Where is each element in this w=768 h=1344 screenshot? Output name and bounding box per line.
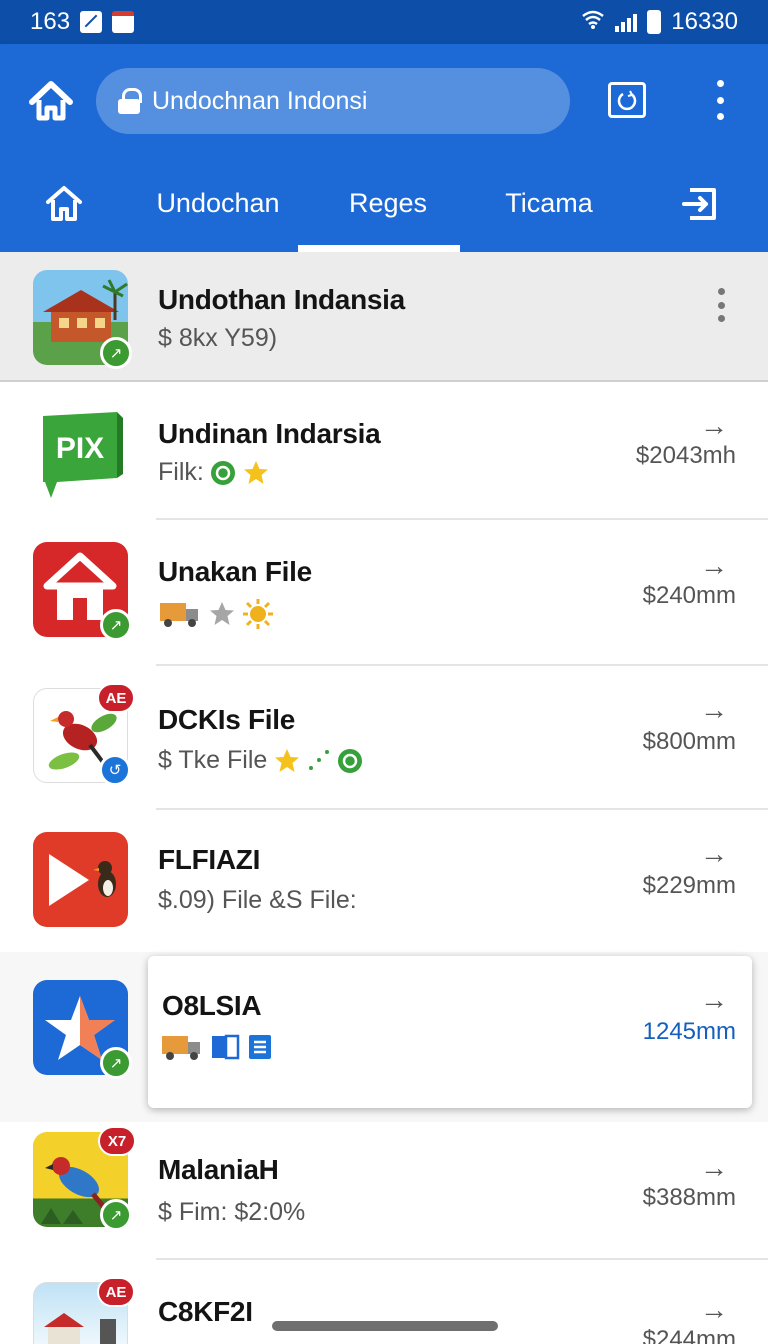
sun-icon [243, 599, 273, 629]
list-item[interactable]: PIX Undinan Indarsia Filk: → $2043mh [0, 382, 768, 520]
notification-badge: X7 [98, 1126, 136, 1156]
status-time: 163 [30, 8, 71, 35]
list-item-price: $388mm [642, 1184, 736, 1211]
status-right: 16330 [581, 8, 738, 36]
sparkle-icon [309, 749, 330, 770]
leaf-badge-icon: ↗ [100, 609, 132, 641]
list-item-price: 1245mm [642, 1018, 736, 1045]
list-item-subtitle: $.09) File &S File: [158, 886, 357, 914]
leaf-badge-icon: ↗ [100, 1047, 132, 1079]
arrow-right-icon[interactable]: → [700, 410, 728, 442]
list-item[interactable]: AE ↺ DCKIs File $ Tke File → $800mm [0, 666, 768, 810]
note-icon [80, 11, 103, 33]
leaf-badge-icon: ↗ [100, 1199, 132, 1231]
bird-icon: AE ↺ [33, 683, 135, 786]
list-item-title: MalaniaH [158, 1154, 279, 1185]
star-icon [243, 460, 268, 484]
overflow-menu-button[interactable] [710, 80, 730, 120]
item-menu-button[interactable] [718, 288, 726, 322]
battery-icon [647, 10, 662, 34]
door-icon [212, 1034, 240, 1060]
truck-icon [162, 1036, 200, 1060]
status-battery-text: 16330 [671, 8, 738, 35]
refresh-icon [617, 90, 637, 111]
list-item[interactable]: FLFIAZI $.09) File &S File: → $229mm [0, 810, 768, 952]
calendar-icon [112, 11, 135, 33]
document-icon [249, 1035, 271, 1059]
lock-icon [118, 88, 142, 114]
tab-home-button[interactable] [44, 184, 84, 224]
tab-bar: Undochan Reges Ticama [0, 162, 768, 252]
app-bar: Undochnan Indonsi Undochan Reges Ticama [0, 44, 768, 252]
svg-text:PIX: PIX [56, 432, 104, 465]
arrow-right-icon[interactable]: → [700, 1294, 728, 1326]
list-item-title: O8LSIA [162, 990, 262, 1021]
home-button[interactable] [28, 80, 74, 122]
list-item-title: Undothan Indansia [158, 284, 405, 315]
arrow-right-icon[interactable]: → [700, 1152, 728, 1184]
home-icon [29, 81, 73, 121]
play-icon [33, 832, 128, 927]
list-item-title: Undinan Indarsia [158, 418, 381, 449]
notification-badge: AE [97, 1277, 135, 1307]
arrow-right-icon[interactable]: → [700, 984, 728, 1016]
star-icon [210, 602, 234, 625]
whatsapp-icon [210, 460, 235, 485]
sync-badge-icon: ↺ [99, 754, 131, 786]
list-item-subtitle: $ 8kx Y59) [158, 324, 278, 352]
truck-icon [160, 603, 198, 627]
list-item-subtitle [158, 598, 274, 630]
exit-button[interactable] [680, 184, 722, 224]
status-bar: 163 16330 [0, 0, 768, 44]
search-bar[interactable]: Undochnan Indonsi [96, 68, 570, 134]
list-item-title: C8KF2I [158, 1296, 253, 1327]
arrow-right-icon[interactable]: → [700, 550, 728, 582]
star-app-icon: ↗ [33, 980, 132, 1079]
exit-icon [682, 188, 716, 220]
search-text: Undochnan Indonsi [152, 86, 368, 115]
list-item-subtitle: Filk: [158, 458, 270, 487]
list-item[interactable]: AE C8KF2I → $244mm [0, 1260, 768, 1344]
top-row: Undochnan Indonsi [0, 66, 768, 134]
home-outline-icon [46, 186, 82, 221]
star-icon [275, 748, 300, 772]
parrot-icon: X7 ↗ [33, 1126, 136, 1231]
tab-indicator [298, 245, 460, 252]
list-item-subtitle [160, 1032, 274, 1062]
arrow-right-icon[interactable]: → [700, 838, 728, 870]
list-item-price: $240mm [642, 582, 736, 609]
signal-icon [615, 12, 638, 32]
list-item-title: Unakan File [158, 556, 312, 587]
list-item[interactable]: ↗ Undothan Indansia $ 8kx Y59) [0, 252, 768, 382]
list-item-price: $244mm [642, 1326, 736, 1344]
list-item-subtitle: $ Fim: $2:0% [158, 1198, 306, 1226]
list-item-price: $2043mh [635, 442, 736, 469]
village-icon: AE [33, 1277, 135, 1344]
list-item[interactable]: ↗ Unakan File → $240mm [0, 520, 768, 666]
list-item[interactable]: X7 ↗ MalaniaH $ Fim: $2:0% → $388mm [0, 1122, 768, 1260]
status-left: 163 [30, 8, 135, 36]
list-item-price: $800mm [642, 728, 736, 755]
whatsapp-icon [338, 748, 363, 773]
house-icon: ↗ [33, 270, 132, 369]
arrow-right-icon[interactable]: → [700, 694, 728, 726]
tab-ticama[interactable]: Ticama [490, 188, 608, 219]
tab-switch-button[interactable] [608, 82, 646, 118]
pix-icon: PIX [33, 406, 128, 501]
list-item-price: $229mm [642, 872, 736, 899]
leaf-badge-icon: ↗ [100, 337, 132, 369]
wifi-icon [581, 8, 605, 36]
list-item-subtitle: $ Tke File [158, 746, 363, 775]
list-item-title: DCKIs File [158, 704, 296, 735]
notification-badge: AE [97, 683, 135, 713]
tab-undochan[interactable]: Undochan [150, 188, 286, 219]
list-item-selected[interactable]: ↗ O8LSIA → 1245mm [0, 952, 768, 1122]
home-red-icon: ↗ [33, 542, 132, 641]
home-indicator[interactable] [272, 1321, 498, 1331]
tab-reges[interactable]: Reges [320, 188, 456, 219]
list-item-title: FLFIAZI [158, 844, 261, 875]
